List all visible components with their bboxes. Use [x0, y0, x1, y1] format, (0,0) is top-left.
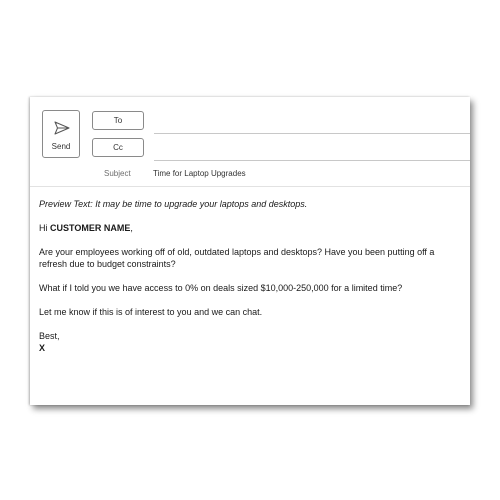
send-button[interactable]: Send — [42, 110, 80, 158]
subject-field[interactable]: Time for Laptop Upgrades — [153, 169, 246, 178]
to-field[interactable] — [154, 133, 470, 134]
paragraph-2: What if I told you we have access to 0% … — [39, 283, 403, 293]
to-button[interactable]: To — [92, 111, 144, 130]
paragraph-1: Are your employees working off of old, o… — [39, 247, 435, 269]
message-body[interactable]: Preview Text: It may be time to upgrade … — [39, 198, 439, 354]
cc-button[interactable]: Cc — [92, 138, 144, 157]
send-label: Send — [51, 142, 71, 151]
email-compose-window: Send To Cc Subject Time for Laptop Upgra… — [30, 97, 470, 405]
cc-field[interactable] — [154, 160, 470, 161]
greeting-prefix: Hi — [39, 223, 50, 233]
subject-label: Subject — [104, 169, 131, 178]
greeting: Hi CUSTOMER NAME, — [39, 222, 439, 234]
header-divider — [30, 186, 470, 187]
paragraph-3: Let me know if this is of interest to yo… — [39, 307, 263, 317]
greeting-suffix: , — [130, 223, 133, 233]
paper-plane-icon — [54, 121, 70, 135]
signature: X — [39, 343, 46, 353]
customer-name: CUSTOMER NAME — [50, 223, 131, 233]
preview-text: Preview Text: It may be time to upgrade … — [39, 199, 308, 209]
signoff: Best, — [39, 331, 60, 341]
